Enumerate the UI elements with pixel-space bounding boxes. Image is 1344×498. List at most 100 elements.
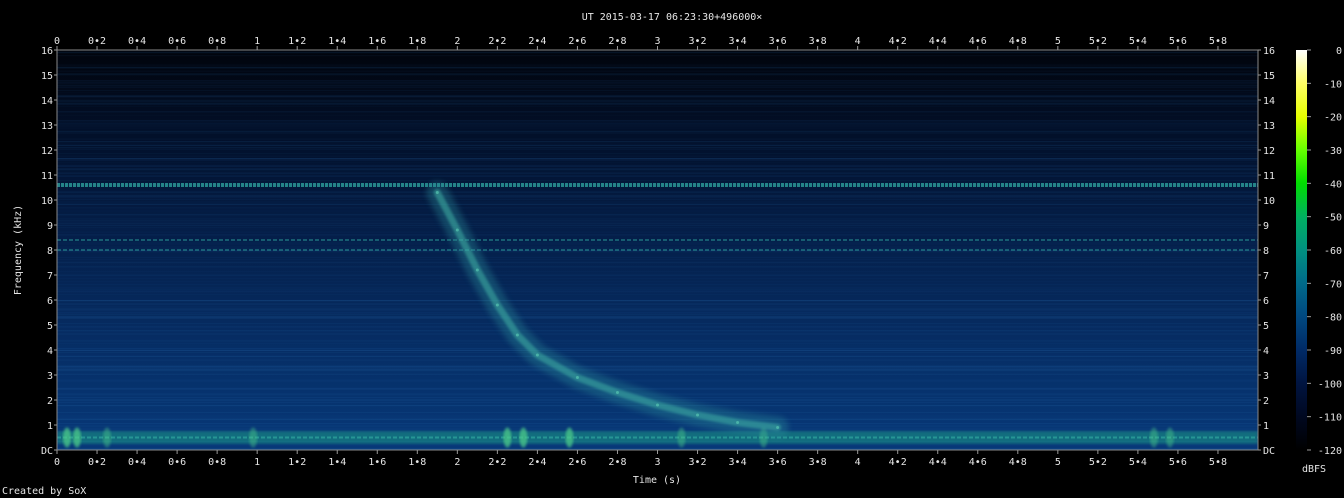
x-tick-label-bottom: 3•2 — [689, 457, 707, 468]
sweep-point — [495, 303, 499, 307]
x-tick-label-bottom: 1•2 — [288, 457, 306, 468]
y-tick-label-left: 15 — [41, 71, 53, 82]
x-tick-label-top: 5 — [1055, 36, 1061, 47]
y-tick-label-left: DC — [41, 446, 53, 457]
y-tick-label-right: 9 — [1263, 221, 1269, 232]
x-tick-label-top: 3•4 — [729, 36, 747, 47]
colorbar-tick-label: -110 — [1318, 413, 1342, 424]
x-tick-label-bottom: 5•8 — [1209, 457, 1227, 468]
y-tick-label-right: DC — [1263, 446, 1275, 457]
x-tick-label-top: 1•8 — [408, 36, 426, 47]
y-tick-label-left: 3 — [47, 371, 53, 382]
x-tick-label-top: 1 — [254, 36, 260, 47]
y-tick-label-right: 3 — [1263, 371, 1269, 382]
y-tick-label-left: 7 — [47, 271, 53, 282]
y-tick-label-right: 15 — [1263, 71, 1275, 82]
colorbar-tick-label: -10 — [1324, 79, 1342, 90]
y-tick-label-left: 5 — [47, 321, 53, 332]
x-tick-label-bottom: 5•4 — [1129, 457, 1147, 468]
x-tick-label-bottom: 0•2 — [88, 457, 106, 468]
y-tick-label-left: 16 — [41, 46, 53, 57]
y-tick-label-left: 1 — [47, 421, 53, 432]
x-tick-label-bottom: 5 — [1055, 457, 1061, 468]
y-tick-label-right: 1 — [1263, 421, 1269, 432]
x-tick-label-bottom: 3•6 — [769, 457, 787, 468]
impulse-base — [503, 427, 512, 448]
x-axis-top: 0 0•2 0•4 0•6 0•8 1 1•2 1•4 1•6 1•8 2 2•2 2•4 2•6 2•8 3… — [54, 36, 1227, 50]
x-tick-label-bottom: 3 — [654, 457, 660, 468]
x-tick-label-bottom: 3•8 — [809, 457, 827, 468]
sweep-point — [736, 421, 740, 424]
x-tick-label-bottom: 2 — [454, 457, 460, 468]
x-tick-label-top: 1•2 — [288, 36, 306, 47]
x-tick-label-top: 4•4 — [929, 36, 947, 47]
x-tick-label-bottom: 1•4 — [328, 457, 346, 468]
x-tick-label-bottom: 4•8 — [1009, 457, 1027, 468]
colorbar-tick-label: -80 — [1324, 313, 1342, 324]
colorbar-tick-label: -100 — [1318, 379, 1342, 390]
sweep-point — [575, 376, 579, 379]
x-tick-label-bottom: 0 — [54, 457, 60, 468]
impulse-base — [565, 427, 574, 448]
y-axis-right: DC12345678910111213141516 — [1258, 46, 1275, 457]
y-tick-label-left: 9 — [47, 221, 53, 232]
impulse-base — [1165, 427, 1174, 448]
x-tick-label-top: 4 — [855, 36, 861, 47]
x-tick-label-top: 0•2 — [88, 36, 106, 47]
sweep-point — [615, 391, 619, 394]
y-tick-label-left: 12 — [41, 146, 53, 157]
x-tick-label-top: 5•4 — [1129, 36, 1147, 47]
x-axis-bottom: 0 0•2 0•4 0•6 0•8 1 1•2 1•4 1•6 1•8 2 2•2 2•4 2•6 2•8 3… — [54, 450, 1227, 468]
y-tick-label-left: 8 — [47, 246, 53, 257]
x-tick-label-top: 5•6 — [1169, 36, 1187, 47]
x-tick-label-top: 2•4 — [528, 36, 546, 47]
x-tick-label-top: 2 — [454, 36, 460, 47]
y-tick-label-right: 12 — [1263, 146, 1275, 157]
colorbar-tick-label: -50 — [1324, 213, 1342, 224]
credit-text: Created by SoX — [2, 486, 86, 497]
x-tick-label-bottom: 1 — [254, 457, 260, 468]
x-tick-label-top: 4•6 — [969, 36, 987, 47]
x-tick-label-top: 4•2 — [889, 36, 907, 47]
x-tick-label-bottom: 3•4 — [729, 457, 747, 468]
x-tick-label-bottom: 4 — [855, 457, 861, 468]
colorbar-tick-label: -30 — [1324, 146, 1342, 157]
colorbar-unit: dBFS — [1302, 464, 1326, 475]
impulse-base — [103, 427, 112, 448]
x-tick-label-top: 0•4 — [128, 36, 146, 47]
y-tick-label-left: 2 — [47, 396, 53, 407]
impulse-base — [249, 427, 258, 448]
colorbar-tick-label: -60 — [1324, 246, 1342, 257]
x-tick-label-top: 2•6 — [568, 36, 586, 47]
sweep-point — [475, 268, 479, 272]
y-tick-label-right: 10 — [1263, 196, 1275, 207]
x-tick-label-top: 5•8 — [1209, 36, 1227, 47]
x-axis-label: Time (s) — [633, 475, 681, 486]
x-tick-label-top: 0•8 — [208, 36, 226, 47]
x-tick-label-bottom: 4•6 — [969, 457, 987, 468]
x-tick-label-bottom: 0•8 — [208, 457, 226, 468]
x-tick-label-bottom: 5•6 — [1169, 457, 1187, 468]
impulse-base — [63, 427, 72, 448]
y-tick-label-right: 11 — [1263, 171, 1275, 182]
x-tick-label-bottom: 2•8 — [608, 457, 626, 468]
x-tick-label-bottom: 2•4 — [528, 457, 546, 468]
x-tick-label-top: 2•2 — [488, 36, 506, 47]
y-tick-label-right: 5 — [1263, 321, 1269, 332]
sweep-point — [696, 413, 700, 417]
colorbar-tick-label: 0 — [1336, 46, 1342, 57]
x-tick-label-top: 0•6 — [168, 36, 186, 47]
sweep-point — [515, 333, 519, 337]
y-tick-label-left: 13 — [41, 121, 53, 132]
x-tick-label-top: 3 — [654, 36, 660, 47]
chart-title: UT 2015-03-17 06:23:30+496000× — [582, 12, 763, 23]
x-tick-label-bottom: 1•8 — [408, 457, 426, 468]
y-tick-label-right: 16 — [1263, 46, 1275, 57]
spectrogram-chart: UT 2015-03-17 06:23:30+496000× 0 0•2 0•4 0•… — [2, 12, 1342, 497]
y-tick-label-left: 6 — [47, 296, 53, 307]
impulse-base — [519, 427, 528, 448]
x-tick-label-top: 3•2 — [689, 36, 707, 47]
y-tick-label-left: 14 — [41, 96, 53, 107]
x-tick-label-top: 4•8 — [1009, 36, 1027, 47]
x-tick-label-top: 5•2 — [1089, 36, 1107, 47]
